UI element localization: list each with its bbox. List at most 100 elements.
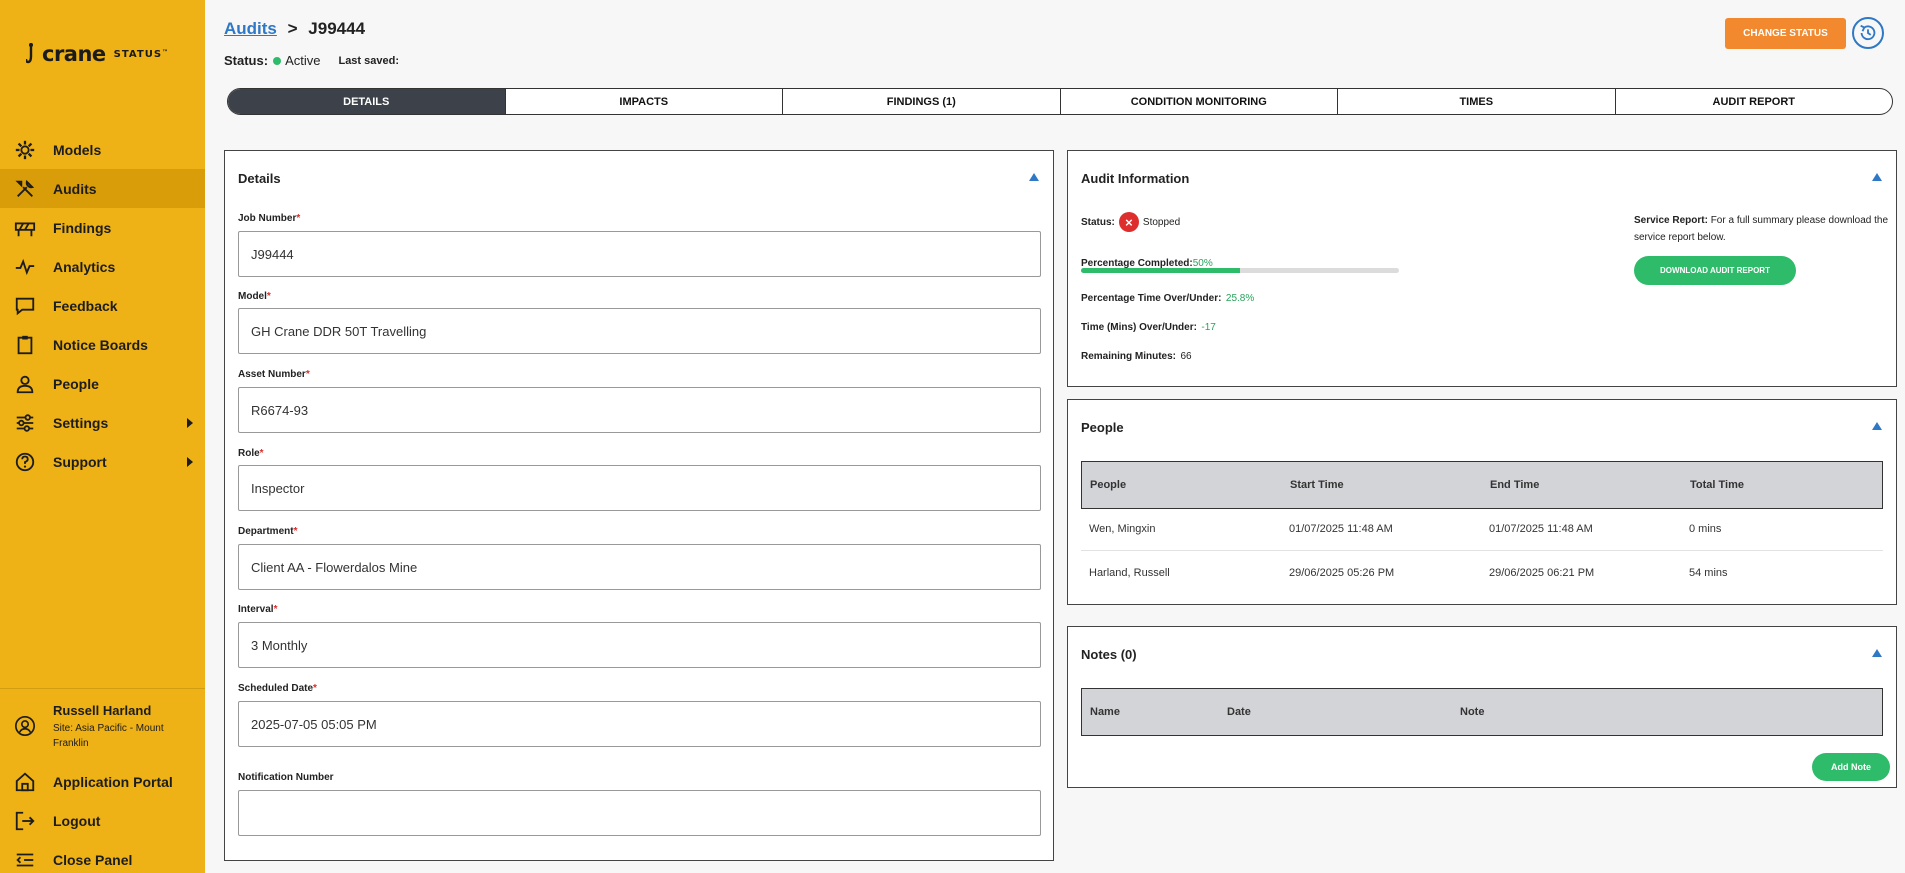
collapse-up-icon[interactable] <box>1872 173 1882 181</box>
history-button[interactable] <box>1852 17 1884 49</box>
home-icon <box>14 771 36 793</box>
sidebar-item-label: Models <box>53 141 102 158</box>
sidebar-item-support[interactable]: Support <box>0 442 205 481</box>
caret-right-icon <box>187 417 193 428</box>
column-header: End Time <box>1490 479 1540 491</box>
column-header: Total Time <box>1690 479 1744 491</box>
time-mins-label: Time (Mins) Over/Under: <box>1081 322 1197 333</box>
sidebar-divider <box>0 688 205 689</box>
sidebar-item-settings[interactable]: Settings <box>0 403 205 442</box>
sidebar-item-analytics[interactable]: Analytics <box>0 247 205 286</box>
people-panel: People People Start Time End Time Total … <box>1067 399 1897 605</box>
sidebar-item-close-panel[interactable]: Close Panel <box>0 840 205 873</box>
notification-number-field[interactable] <box>238 790 1041 836</box>
user-profile[interactable]: Russell Harland Site: Asia Pacific - Mou… <box>14 703 199 751</box>
department-label: Department* <box>238 526 298 537</box>
tab-condition-monitoring[interactable]: CONDITION MONITORING <box>1061 89 1338 114</box>
collapse-menu-icon <box>14 849 36 871</box>
status-dot-icon <box>273 56 282 65</box>
table-cell: 54 mins <box>1689 566 1728 579</box>
job-number-field[interactable] <box>238 231 1041 277</box>
sidebar-item-label: Support <box>53 453 107 470</box>
table-row[interactable]: Wen, Mingxin 01/07/2025 11:48 AM 01/07/2… <box>1081 508 1883 551</box>
scheduled-date-field[interactable] <box>238 701 1041 747</box>
tab-audit-report[interactable]: AUDIT REPORT <box>1616 89 1893 114</box>
sidebar-item-notice-boards[interactable]: Notice Boards <box>0 325 205 364</box>
logo-suffix: STATUS™ <box>113 48 170 60</box>
tab-times[interactable]: TIMES <box>1338 89 1616 114</box>
clipboard-icon <box>14 334 36 356</box>
sidebar-item-application-portal[interactable]: Application Portal <box>0 762 205 801</box>
table-cell: 29/06/2025 05:26 PM <box>1289 566 1395 579</box>
job-number-label: Job Number* <box>238 213 301 224</box>
people-table-header: People Start Time End Time Total Time <box>1081 461 1883 509</box>
audit-status-value: Stopped <box>1142 216 1181 228</box>
notes-table-header: Name Date Note <box>1081 688 1883 736</box>
completion-progress-fill <box>1081 268 1240 273</box>
service-report-text: Service Report: For a full summary pleas… <box>1634 215 1889 243</box>
breadcrumb-audits-link[interactable]: Audits <box>224 19 277 38</box>
sidebar-item-logout[interactable]: Logout <box>0 801 205 840</box>
tools-icon <box>14 178 36 200</box>
notes-title: Notes (0) <box>1081 647 1137 662</box>
scheduled-date-label: Scheduled Date* <box>238 683 317 694</box>
audit-status-label: Status: <box>1081 216 1115 228</box>
sidebar-item-label: Close Panel <box>53 851 133 868</box>
download-audit-report-button[interactable]: DOWNLOAD AUDIT REPORT <box>1634 256 1796 285</box>
comment-icon <box>14 295 36 317</box>
audit-tabs: DETAILS IMPACTS FINDINGS (1) CONDITION M… <box>227 88 1893 115</box>
tab-details[interactable]: DETAILS <box>228 89 506 114</box>
table-cell: Harland, Russell <box>1089 566 1170 579</box>
department-field[interactable] <box>238 544 1041 590</box>
sidebar-item-audits[interactable]: Audits <box>0 169 205 208</box>
breadcrumb-current: J99444 <box>308 19 366 38</box>
sidebar-item-feedback[interactable]: Feedback <box>0 286 205 325</box>
audit-information-title: Audit Information <box>1081 171 1190 186</box>
table-cell: 0 mins <box>1689 523 1722 535</box>
column-header: Name <box>1090 706 1120 718</box>
sidebar-item-people[interactable]: People <box>0 364 205 403</box>
add-note-button[interactable]: Add Note <box>1812 753 1890 781</box>
sidebar-item-label: Analytics <box>53 258 116 275</box>
user-name: Russell Harland <box>53 703 152 718</box>
collapse-up-icon[interactable] <box>1029 173 1039 181</box>
collapse-up-icon[interactable] <box>1872 422 1882 430</box>
completion-progress-bar <box>1081 268 1399 273</box>
logo-wordmark: crane <box>42 42 106 66</box>
sidebar-nav: Models Audits Findings Analytics Feedbac… <box>0 130 205 481</box>
sidebar-item-label: Application Portal <box>53 773 173 790</box>
tab-impacts[interactable]: IMPACTS <box>506 89 783 114</box>
notes-panel: Notes (0) Name Date Note Add Note <box>1067 626 1897 788</box>
stopped-x-icon: × <box>1118 212 1139 232</box>
help-circle-icon <box>14 451 36 473</box>
column-header: Note <box>1460 706 1485 718</box>
pct-time-label: Percentage Time Over/Under: <box>1081 293 1222 304</box>
model-field[interactable] <box>238 308 1041 354</box>
crane-status-logo[interactable]: crane STATUS™ <box>26 42 169 66</box>
tab-findings[interactable]: FINDINGS (1) <box>783 89 1061 114</box>
change-status-button[interactable]: CHANGE STATUS <box>1725 18 1846 49</box>
column-header: Date <box>1227 706 1251 718</box>
sidebar: crane STATUS™ Models Audits Findings Ana… <box>0 0 205 873</box>
status-label: Status: <box>224 53 269 68</box>
interval-field[interactable] <box>238 622 1041 668</box>
sidebar-item-findings[interactable]: Findings <box>0 208 205 247</box>
time-mins-row: Time (Mins) Over/Under: -17 <box>1081 317 1216 335</box>
role-field[interactable] <box>238 465 1041 511</box>
user-info: Russell Harland Site: Asia Pacific - Mou… <box>53 703 199 751</box>
table-row[interactable]: Harland, Russell 29/06/2025 05:26 PM 29/… <box>1081 551 1883 594</box>
notification-number-label: Notification Number <box>238 772 334 783</box>
sidebar-item-models[interactable]: Models <box>0 130 205 169</box>
table-cell: 29/06/2025 06:21 PM <box>1489 566 1595 579</box>
asset-number-field[interactable] <box>238 387 1041 433</box>
sidebar-item-label: Feedback <box>53 297 118 314</box>
remaining-label: Remaining Minutes: <box>1081 351 1177 362</box>
sliders-icon <box>14 412 36 434</box>
sidebar-item-label: Settings <box>53 414 109 431</box>
table-cell: 01/07/2025 11:48 AM <box>1489 523 1593 535</box>
remaining-value: 66 <box>1180 351 1192 362</box>
collapse-up-icon[interactable] <box>1872 649 1882 657</box>
sidebar-item-label: Logout <box>53 812 101 829</box>
hook-logo-icon <box>26 43 33 64</box>
sidebar-item-label: Audits <box>53 180 97 197</box>
